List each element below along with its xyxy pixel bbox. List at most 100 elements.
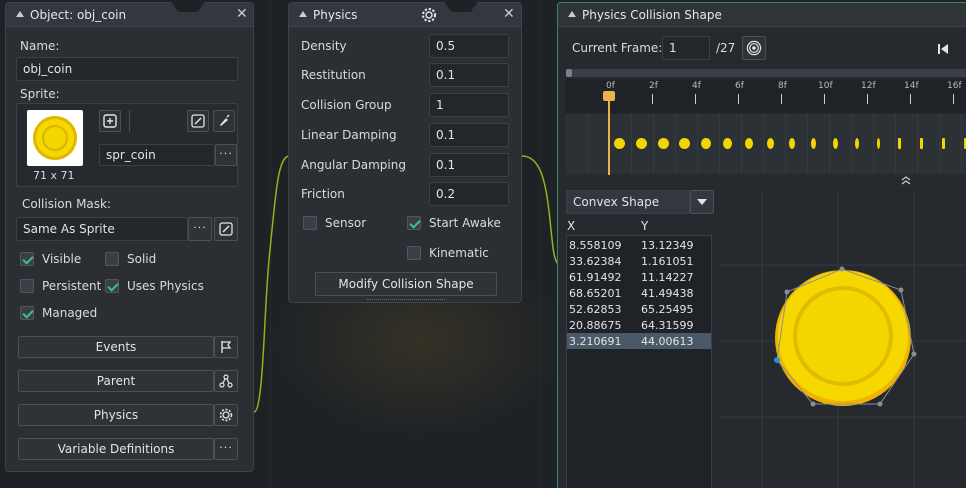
- shape-editor-svg: [720, 191, 966, 488]
- frame-thumbnail[interactable]: [811, 138, 816, 149]
- frame-thumbnail[interactable]: [745, 138, 753, 149]
- physics-icon-button[interactable]: [214, 404, 238, 426]
- linear-damping-field[interactable]: 0.1: [429, 123, 509, 147]
- frame-thumbnail[interactable]: [723, 138, 732, 149]
- variable-definitions-button[interactable]: Variable Definitions: [18, 438, 214, 460]
- uses-physics-checkbox[interactable]: [105, 279, 119, 293]
- edit-sprite-button[interactable]: [187, 110, 209, 132]
- modify-collision-shape-button[interactable]: Modify Collision Shape: [315, 272, 497, 296]
- point-x[interactable]: 52.62853: [569, 303, 622, 316]
- parent-icon-button[interactable]: [214, 370, 238, 392]
- collision-shape-title: Physics Collision Shape: [582, 8, 722, 22]
- point-y[interactable]: 11.14227: [641, 271, 694, 284]
- header-notch: [444, 2, 478, 12]
- current-frame-field[interactable]: 1: [662, 36, 710, 60]
- tick: [738, 94, 739, 104]
- events-icon-button[interactable]: [214, 336, 238, 358]
- resize-grip[interactable]: [367, 299, 445, 302]
- point-x[interactable]: 20.88675: [569, 319, 622, 332]
- collapse-icon[interactable]: [299, 11, 307, 17]
- new-sprite-button[interactable]: [99, 110, 121, 132]
- name-field[interactable]: obj_coin: [16, 57, 238, 81]
- frame-thumbnail[interactable]: [789, 138, 795, 149]
- frame-thumbnail[interactable]: [942, 138, 945, 149]
- object-panel-header: Object: obj_coin ✕: [6, 2, 253, 27]
- collision-group-field[interactable]: 1: [429, 93, 509, 117]
- scroll-thumb[interactable]: [566, 69, 572, 77]
- restitution-field[interactable]: 0.1: [429, 63, 509, 87]
- skip-to-start-icon[interactable]: [936, 42, 950, 56]
- collision-mask-label: Collision Mask:: [22, 197, 112, 211]
- close-icon[interactable]: ✕: [236, 6, 248, 22]
- frame-thumbnail[interactable]: [920, 138, 923, 149]
- sprite-preview[interactable]: [27, 110, 83, 166]
- point-y[interactable]: 64.31599: [641, 319, 694, 332]
- point-x[interactable]: 68.65201: [569, 287, 622, 300]
- frame-thumbnail[interactable]: [833, 138, 838, 149]
- point-x[interactable]: 61.91492: [569, 271, 622, 284]
- playhead[interactable]: [608, 91, 610, 175]
- frame-strip[interactable]: [566, 114, 966, 174]
- frame-thumbnail[interactable]: [614, 138, 625, 149]
- playhead-handle[interactable]: [603, 91, 615, 101]
- collision-mask-field[interactable]: Same As Sprite: [16, 217, 188, 241]
- parent-button[interactable]: Parent: [18, 370, 214, 392]
- collapse-icon[interactable]: [568, 11, 576, 17]
- close-icon[interactable]: ✕: [503, 6, 515, 22]
- managed-checkbox[interactable]: [20, 306, 34, 320]
- shape-type-dropdown[interactable]: Convex Shape: [566, 190, 690, 214]
- physics-button[interactable]: Physics: [18, 404, 214, 426]
- frame-thumbnail[interactable]: [767, 138, 774, 149]
- sprite-browse-button[interactable]: ···: [215, 144, 237, 166]
- point-y[interactable]: 41.49438: [641, 287, 694, 300]
- frame-thumbnail[interactable]: [898, 138, 901, 149]
- collapse-up-icon[interactable]: [900, 175, 912, 185]
- point-x[interactable]: 33.62384: [569, 255, 622, 268]
- physics-panel: Physics ✕ Density 0.5 Restitution 0.1 Co…: [288, 2, 522, 303]
- frame-label: 14f: [904, 81, 919, 91]
- mask-edit-button[interactable]: [214, 217, 238, 241]
- divider: [129, 110, 130, 132]
- mask-browse-button[interactable]: ···: [188, 217, 212, 241]
- frame-thumbnail[interactable]: [658, 138, 669, 149]
- frame-label: 16f: [947, 81, 962, 91]
- angular-damping-label: Angular Damping: [301, 158, 406, 172]
- frame-label: 6f: [735, 81, 744, 91]
- friction-field[interactable]: 0.2: [429, 182, 509, 206]
- point-x[interactable]: 8.558109: [569, 239, 622, 252]
- frame-thumbnail[interactable]: [855, 138, 859, 149]
- frame-label: 10f: [818, 81, 833, 91]
- density-field[interactable]: 0.5: [429, 34, 509, 58]
- timeline-scrollbar[interactable]: [566, 69, 966, 77]
- kinematic-checkbox[interactable]: [407, 246, 421, 260]
- solid-checkbox[interactable]: [105, 252, 119, 266]
- start-awake-checkbox[interactable]: [407, 216, 421, 230]
- gear-icon[interactable]: [421, 7, 437, 23]
- point-y[interactable]: 1.161051: [641, 255, 694, 268]
- shape-editor-canvas[interactable]: [720, 191, 966, 488]
- brush-button[interactable]: [213, 110, 235, 132]
- shape-dropdown-button[interactable]: [690, 190, 714, 214]
- collapse-icon[interactable]: [16, 11, 24, 17]
- visible-checkbox[interactable]: [20, 252, 34, 266]
- point-x[interactable]: 3.210691: [569, 335, 622, 348]
- point-y[interactable]: 44.00613: [641, 335, 694, 348]
- onion-skin-button[interactable]: [742, 36, 766, 60]
- start-awake-label: Start Awake: [429, 216, 501, 230]
- persistent-label: Persistent: [42, 279, 102, 293]
- sprite-name-field[interactable]: spr_coin: [99, 144, 215, 166]
- frame-thumbnail[interactable]: [636, 138, 647, 149]
- linear-damping-label: Linear Damping: [301, 128, 397, 142]
- persistent-checkbox[interactable]: [20, 279, 34, 293]
- frame-thumbnail[interactable]: [701, 138, 711, 149]
- variables-more-button[interactable]: ···: [214, 438, 238, 460]
- sensor-checkbox[interactable]: [303, 216, 317, 230]
- frame-thumbnail[interactable]: [679, 138, 690, 149]
- collision-shape-header: Physics Collision Shape: [558, 3, 966, 27]
- frame-thumbnail[interactable]: [877, 138, 880, 149]
- angular-damping-field[interactable]: 0.1: [429, 153, 509, 177]
- chevron-down-icon: [697, 199, 707, 205]
- point-y[interactable]: 13.12349: [641, 239, 694, 252]
- point-y[interactable]: 65.25495: [641, 303, 694, 316]
- events-button[interactable]: Events: [18, 336, 214, 358]
